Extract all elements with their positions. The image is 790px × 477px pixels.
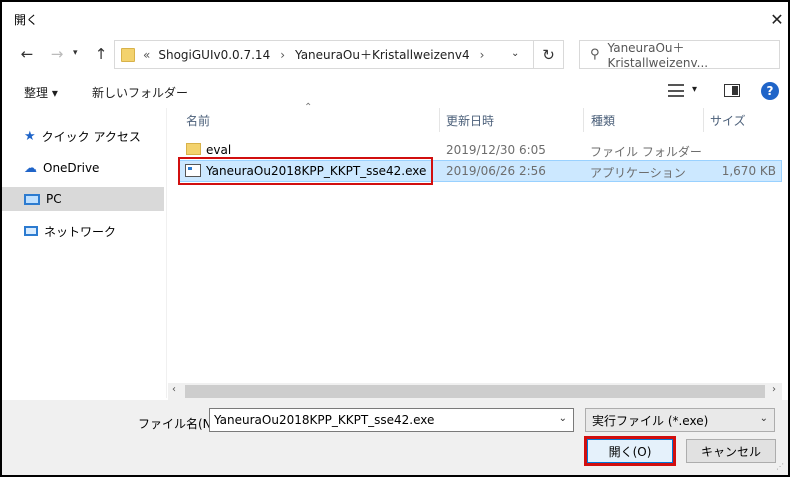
filetype-select[interactable]: 実行ファイル (*.exe) ⌄ — [585, 408, 775, 432]
back-button[interactable]: ← — [16, 42, 38, 66]
column-header-date[interactable]: 更新日時 — [446, 112, 494, 129]
network-icon — [24, 226, 38, 236]
up-button[interactable]: ↑ — [90, 42, 112, 66]
search-icon: ⚲ — [590, 47, 600, 62]
refresh-button[interactable]: ↻ — [534, 40, 564, 69]
cancel-button-label: キャンセル — [700, 444, 761, 459]
recent-locations-icon[interactable]: ▾ — [73, 48, 78, 58]
address-bar[interactable]: « ShogiGUIv0.0.7.14 › YaneuraOu＋Kristall… — [114, 40, 534, 69]
file-size: 1,670 KB — [721, 164, 776, 178]
scroll-left-icon[interactable]: ‹ — [172, 384, 176, 395]
help-icon[interactable]: ? — [761, 82, 779, 100]
resize-grip-icon[interactable]: ⋰ — [776, 462, 784, 471]
view-dropdown-icon[interactable]: ▾ — [692, 84, 697, 95]
address-overflow[interactable]: « — [143, 48, 150, 62]
column-header-size[interactable]: サイズ — [710, 112, 746, 129]
sidebar-item-pc[interactable]: PC — [24, 187, 62, 211]
file-date: 2019/06/26 2:56 — [446, 164, 546, 178]
scrollbar-thumb[interactable] — [185, 385, 765, 398]
pane-divider[interactable] — [166, 108, 167, 398]
filename-dropdown-icon[interactable]: ⌄ — [559, 413, 567, 424]
column-divider[interactable] — [703, 108, 704, 132]
sidebar-item-onedrive[interactable]: ☁ OneDrive — [24, 156, 99, 180]
window-title: 開く — [14, 13, 39, 27]
refresh-icon: ↻ — [542, 45, 555, 64]
highlight-annotation — [178, 157, 433, 185]
filetype-dropdown-icon: ⌄ — [759, 413, 768, 424]
scroll-right-icon[interactable]: › — [772, 384, 776, 395]
sidebar-item-quick-access[interactable]: ★ クイック アクセス — [24, 124, 141, 148]
sort-ascending-icon: ⌃ — [304, 102, 313, 113]
file-type: アプリケーション — [590, 166, 686, 180]
open-button[interactable]: 開く(O) — [584, 436, 676, 466]
folder-icon — [121, 47, 135, 62]
cancel-button[interactable]: キャンセル — [686, 439, 776, 463]
column-header-name[interactable]: 名前 — [186, 112, 210, 129]
sidebar-item-label: クイック アクセス — [41, 129, 141, 144]
sidebar-item-label: PC — [46, 192, 62, 206]
title-bar: 開く ✕ — [2, 2, 788, 36]
open-file-dialog: 開く ✕ ← → ▾ ↑ « ShogiGUIv0.0.7.14 › Yaneu… — [0, 0, 790, 477]
file-type: ファイル フォルダー — [590, 145, 702, 159]
sidebar-item-label: OneDrive — [43, 161, 100, 175]
computer-icon — [24, 193, 40, 205]
filename-value: YaneuraOu2018KPP_KKPT_sse42.exe — [214, 413, 435, 427]
sidebar-item-network[interactable]: ネットワーク — [24, 219, 116, 243]
sidebar-item-label: ネットワーク — [44, 224, 117, 239]
address-dropdown-icon[interactable]: ⌄ — [511, 48, 519, 59]
breadcrumb-item[interactable]: ShogiGUIv0.0.7.14 — [158, 48, 270, 62]
column-divider[interactable] — [583, 108, 584, 132]
breadcrumb-item[interactable]: YaneuraOu＋Kristallweizenv4 — [295, 46, 470, 63]
file-date: 2019/12/30 6:05 — [446, 143, 546, 157]
file-name: eval — [206, 143, 232, 157]
new-folder-button[interactable]: 新しいフォルダー — [92, 84, 188, 101]
column-header-type[interactable]: 種類 — [591, 112, 615, 129]
close-icon[interactable]: ✕ — [766, 8, 788, 30]
breadcrumb-separator[interactable]: › — [480, 48, 485, 62]
search-placeholder: YaneuraOu＋Kristallweizenv... — [607, 41, 709, 70]
view-details-icon[interactable] — [668, 84, 684, 97]
search-box[interactable]: ⚲ YaneuraOu＋Kristallweizenv... — [579, 40, 780, 70]
forward-button[interactable]: → — [46, 42, 68, 66]
open-button-label: 開く(O) — [608, 444, 652, 459]
command-bar: 整理 ▾ 新しいフォルダー ▾ ? — [2, 78, 788, 106]
filename-input[interactable]: YaneuraOu2018KPP_KKPT_sse42.exe ⌄ — [209, 408, 574, 432]
navigation-pane — [2, 108, 166, 398]
star-icon: ★ — [24, 128, 36, 144]
preview-pane-icon[interactable] — [724, 84, 740, 97]
folder-icon — [186, 143, 201, 155]
column-divider[interactable] — [439, 108, 440, 132]
filetype-value: 実行ファイル (*.exe) — [592, 413, 709, 428]
organize-button[interactable]: 整理 ▾ — [24, 84, 58, 101]
cloud-icon: ☁ — [24, 160, 37, 176]
breadcrumb-separator[interactable]: › — [280, 48, 285, 62]
